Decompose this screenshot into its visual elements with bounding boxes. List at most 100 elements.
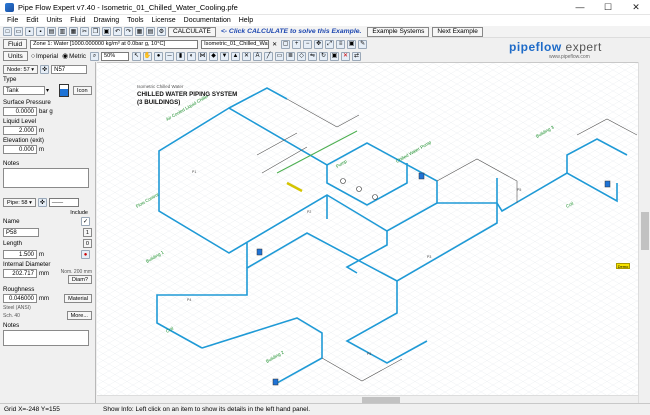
- file-tab[interactable]: Isometric_01_Chilled_Water_C: [201, 39, 270, 49]
- flow-demand-icon[interactable]: ▼: [220, 51, 230, 61]
- diam-button[interactable]: Diam?: [67, 275, 92, 284]
- image-icon[interactable]: ▣: [347, 39, 357, 49]
- layers-icon[interactable]: ≡: [336, 39, 346, 49]
- menu-file[interactable]: File: [3, 17, 22, 24]
- node-selector[interactable]: Node: 57 ▾: [3, 65, 39, 74]
- include-checkbox[interactable]: ✓: [81, 217, 90, 226]
- pump-tool-icon[interactable]: ◐: [187, 51, 197, 61]
- undo-icon[interactable]: ↶: [113, 27, 122, 36]
- redo-icon[interactable]: ↷: [124, 27, 133, 36]
- pdf-icon[interactable]: ▥: [58, 27, 67, 36]
- rectangle-tool-icon[interactable]: ▭: [275, 51, 285, 61]
- tank-node-icon[interactable]: [256, 248, 263, 256]
- zoom-icon[interactable]: ⌕: [90, 51, 100, 61]
- menu-drawing[interactable]: Drawing: [89, 17, 123, 24]
- print-icon[interactable]: ▤: [47, 27, 56, 36]
- close-button[interactable]: ✕: [622, 0, 650, 15]
- open-file-icon[interactable]: ▭: [14, 27, 23, 36]
- fitting-zero-button[interactable]: 0: [82, 239, 92, 248]
- node-locate-icon[interactable]: ✜: [40, 65, 50, 74]
- maximize-button[interactable]: ☐: [594, 0, 622, 15]
- grid-icon[interactable]: ▦: [135, 27, 144, 36]
- menu-fluid[interactable]: Fluid: [66, 17, 89, 24]
- zoom-select[interactable]: 50%: [101, 51, 130, 61]
- surface-pressure-field[interactable]: 0.0000: [3, 107, 37, 116]
- align-icon[interactable]: ≣: [286, 51, 296, 61]
- cut-icon[interactable]: ✂: [80, 27, 89, 36]
- swap-icon[interactable]: ⇄: [352, 51, 362, 61]
- new-file-icon[interactable]: □: [3, 27, 12, 36]
- select-icon[interactable]: ▢: [281, 39, 291, 49]
- elevation-field[interactable]: 0.000: [3, 145, 37, 154]
- pressure-icon[interactable]: ▲: [231, 51, 241, 61]
- save-as-icon[interactable]: ▪: [36, 27, 45, 36]
- type-dropdown-icon[interactable]: ▾: [46, 87, 49, 94]
- pipe-name-field[interactable]: P58: [3, 228, 39, 237]
- paste-icon[interactable]: ▣: [102, 27, 111, 36]
- vertical-scroll-thumb[interactable]: [641, 212, 649, 250]
- menu-documentation[interactable]: Documentation: [180, 17, 235, 24]
- iso-grid-icon[interactable]: ◇: [297, 51, 307, 61]
- liquid-level-field[interactable]: 2.000: [3, 126, 37, 135]
- pipe-locate-icon[interactable]: ✜: [37, 198, 47, 207]
- example-systems-button[interactable]: Example Systems: [367, 26, 430, 37]
- rotate-icon[interactable]: ↻: [319, 51, 329, 61]
- horizontal-scrollbar[interactable]: [97, 395, 638, 403]
- zoom-out-icon[interactable]: −: [303, 39, 313, 49]
- node-notes-field[interactable]: [3, 168, 89, 188]
- remove-icon[interactable]: ✕: [341, 51, 351, 61]
- menu-edit[interactable]: Edit: [22, 17, 42, 24]
- node-type-select[interactable]: Tank: [3, 86, 45, 95]
- units-button[interactable]: Units: [3, 51, 28, 61]
- isometric-drawing[interactable]: Air Cooled Liquid Chiller Chilled Water …: [97, 63, 638, 403]
- pipe-selector[interactable]: Pipe: 58 ▾: [3, 198, 36, 207]
- pipe-line-style-select[interactable]: ——: [48, 198, 79, 207]
- node-name-field[interactable]: N57: [51, 65, 88, 74]
- material-button[interactable]: Material: [64, 294, 92, 303]
- lock-icon[interactable]: ▣: [330, 51, 340, 61]
- menu-license[interactable]: License: [148, 17, 180, 24]
- results-icon[interactable]: ▤: [146, 27, 155, 36]
- delete-tool-icon[interactable]: ✕: [242, 51, 252, 61]
- line-tool-icon[interactable]: ╱: [264, 51, 274, 61]
- menu-units[interactable]: Units: [42, 17, 66, 24]
- drawing-canvas[interactable]: Air Cooled Liquid Chiller Chilled Water …: [97, 62, 638, 403]
- valve-tool-icon[interactable]: ⋈: [198, 51, 208, 61]
- minimize-button[interactable]: —: [566, 0, 594, 15]
- copy-icon[interactable]: ❐: [91, 27, 100, 36]
- length-field[interactable]: 1.500: [3, 250, 37, 259]
- menu-help[interactable]: Help: [235, 17, 257, 24]
- vertical-scrollbar[interactable]: [638, 62, 650, 403]
- settings-icon[interactable]: ⚙: [157, 27, 166, 36]
- icon-button[interactable]: Icon: [73, 86, 92, 95]
- fluid-zone-select[interactable]: Zone 1: Water [1000.000000 kg/m³ at 0.0b…: [30, 39, 199, 49]
- export-icon[interactable]: ▦: [69, 27, 78, 36]
- component-tool-icon[interactable]: ◆: [209, 51, 219, 61]
- pointer-icon[interactable]: ↖: [132, 51, 142, 61]
- fit-icon[interactable]: ⤢: [325, 39, 335, 49]
- fluid-button[interactable]: Fluid: [3, 39, 28, 49]
- internal-diameter-field[interactable]: 202.717: [3, 269, 37, 278]
- node-tool-icon[interactable]: ●: [154, 51, 164, 61]
- tank-node-icon[interactable]: [272, 378, 279, 386]
- flip-icon[interactable]: ⇋: [308, 51, 318, 61]
- tank-node-icon[interactable]: [604, 180, 611, 188]
- zoom-in-icon[interactable]: +: [292, 39, 302, 49]
- tank-node-icon[interactable]: [418, 172, 425, 180]
- note-icon[interactable]: ✎: [358, 39, 368, 49]
- pan-icon[interactable]: ✥: [314, 39, 324, 49]
- menu-tools[interactable]: Tools: [123, 17, 147, 24]
- pump-icon[interactable]: [340, 178, 346, 184]
- imperial-radio[interactable]: ○: [31, 53, 35, 60]
- fitting-count-button[interactable]: 1: [82, 228, 92, 237]
- next-example-button[interactable]: Next Example: [432, 26, 483, 37]
- metric-radio[interactable]: ◉: [62, 52, 68, 60]
- text-tool-icon[interactable]: A: [253, 51, 263, 61]
- hand-icon[interactable]: ✋: [143, 51, 153, 61]
- file-tab-close-icon[interactable]: ✕: [272, 41, 277, 48]
- pump-icon[interactable]: [356, 186, 362, 192]
- pump-component-icon[interactable]: ●: [81, 250, 90, 259]
- pipe-notes-field[interactable]: [3, 330, 89, 346]
- calculate-button[interactable]: CALCULATE: [168, 26, 216, 37]
- more-button[interactable]: More...: [66, 311, 92, 320]
